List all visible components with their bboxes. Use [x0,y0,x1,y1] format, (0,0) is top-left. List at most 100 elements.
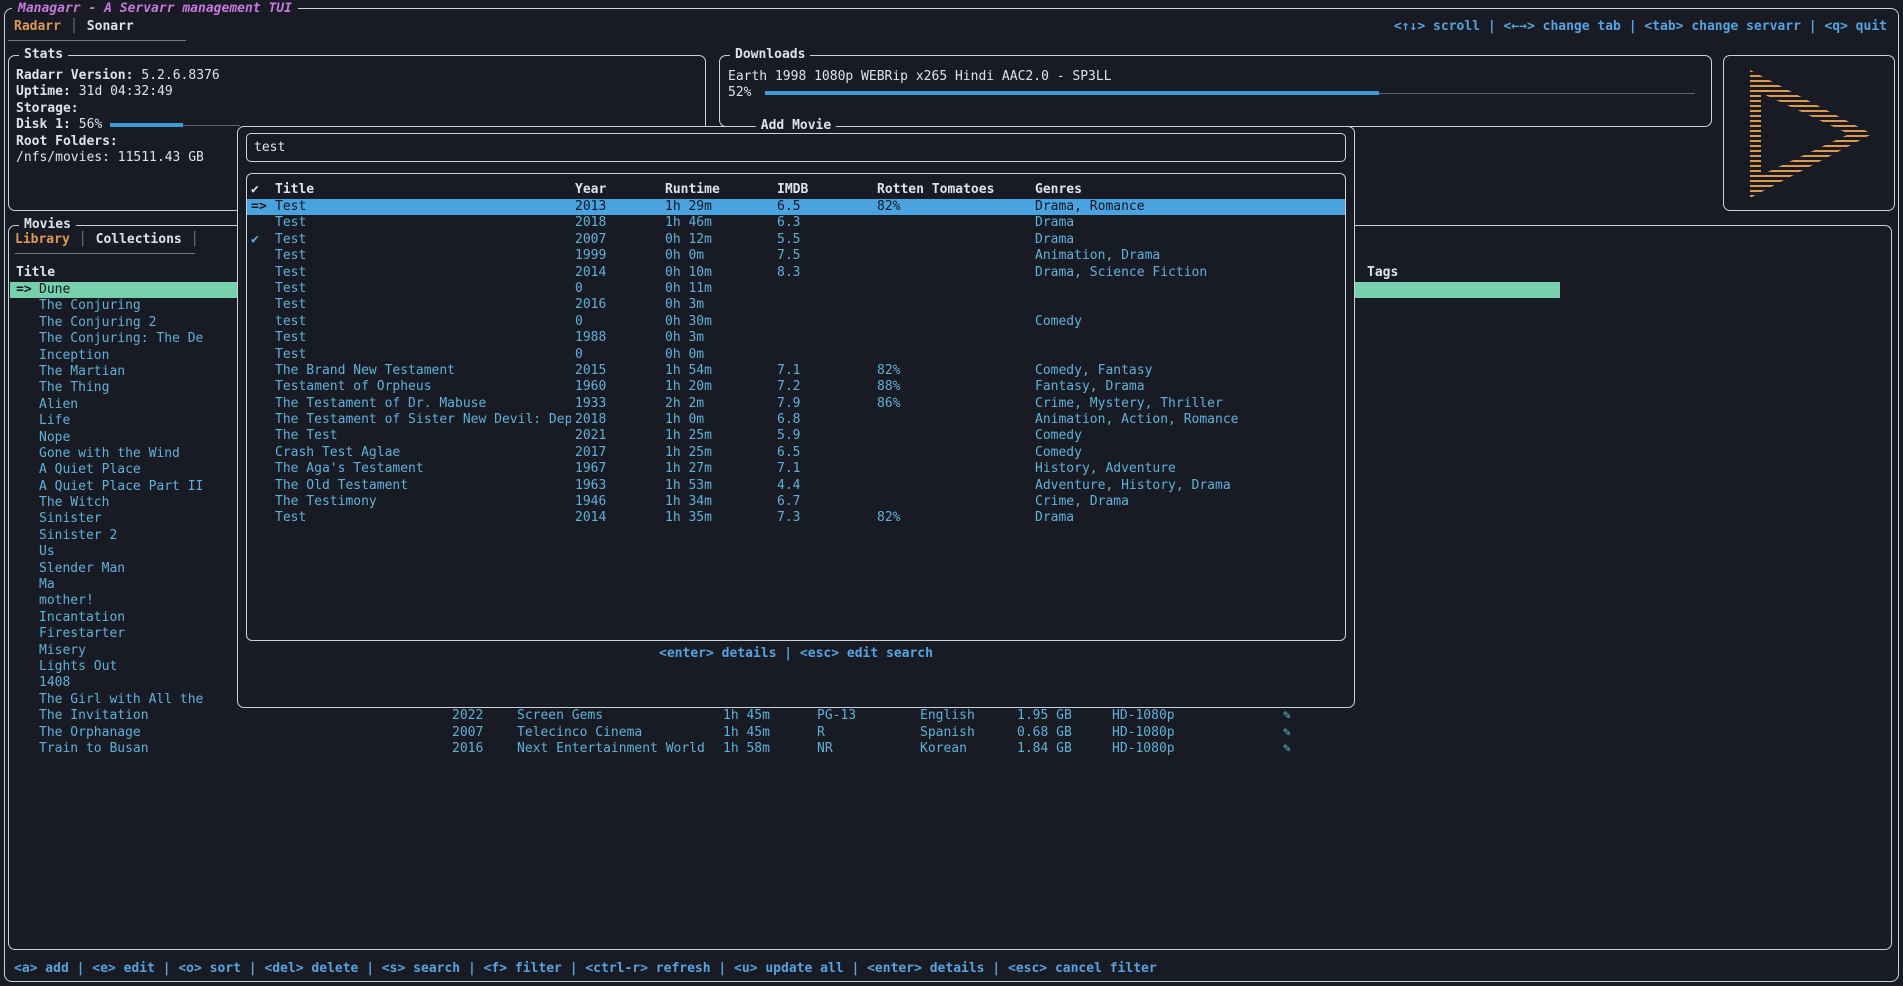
results-row[interactable]: The Test 2021 1h 25m 5.9 Comedy [247,428,1345,444]
cell-runtime: 0h 3m [661,297,773,313]
cell-genres: History, Adventure [1031,461,1345,477]
cell-runtime: 1h 35m [661,510,773,526]
downloads-panel: Downloads Earth 1998 1080p WEBRip x265 H… [719,55,1712,127]
results-row[interactable]: Test 1999 0h 0m 7.5 Animation, Drama [247,248,1345,264]
cell-tags [1361,741,1560,757]
cell-runtime: 1h 58m [717,741,811,757]
check-marker [247,379,271,395]
check-marker [247,445,271,461]
cell-title: Test [271,297,571,313]
cell-tags [1361,577,1560,593]
cell-rotten-tomatoes [873,428,1031,444]
cell-genres: Adventure, History, Drama [1031,478,1345,494]
cell-imdb: 6.5 [773,445,873,461]
results-row[interactable]: The Aga's Testament 1967 1h 27m 7.1 Hist… [247,461,1345,477]
cell-title: Test [271,199,571,215]
stats-version-row: Radarr Version:5.2.6.8376 [16,68,698,84]
results-row[interactable]: The Old Testament 1963 1h 53m 4.4 Advent… [247,478,1345,494]
check-marker [247,428,271,444]
cell-genres: Animation, Action, Romance [1031,412,1345,428]
cell-title: Test [271,347,571,363]
results-row[interactable]: => Test 2013 1h 29m 6.5 82% Drama, Roman… [247,199,1345,215]
cell-genres: Drama, Science Fiction [1031,265,1345,281]
results-row[interactable]: The Testament of Sister New Devil: Depar… [247,412,1345,428]
cell-tags [1361,561,1560,577]
cell-tags [1361,528,1560,544]
cell-tags [1361,725,1560,741]
cell-imdb [773,347,873,363]
cell-year: 2017 [571,445,661,461]
results-row[interactable]: Test 0 0h 0m [247,347,1345,363]
cell-tags [1361,479,1560,495]
cell-imdb: 7.1 [773,461,873,477]
table-row[interactable]: Train to Busan 2016 Next Entertainment W… [10,741,1560,757]
cell-title: The Testament of Sister New Devil: Depar [271,412,571,428]
check-marker [247,510,271,526]
movie-search-input[interactable]: test [246,133,1346,162]
cell-runtime: 0h 3m [661,330,773,346]
results-row[interactable]: Test 2014 0h 10m 8.3 Drama, Science Fict… [247,265,1345,281]
stats-storage-row: Storage: [16,101,698,117]
cell-language: Korean [914,741,1011,757]
cell-title: The Invitation [10,708,446,724]
cell-rotten-tomatoes [873,494,1031,510]
cell-runtime: 2h 2m [661,396,773,412]
check-marker [247,412,271,428]
cell-imdb: 8.3 [773,265,873,281]
edit-pencil-icon [1277,708,1361,724]
stats-panel-title: Stats [19,47,68,63]
disk-percent: 56% [79,117,102,132]
cell-tags [1361,708,1560,724]
cell-runtime: 1h 25m [661,445,773,461]
results-row[interactable]: Test 1988 0h 3m [247,330,1345,346]
disk-label: Disk 1: [16,117,71,132]
tab-collections[interactable]: Collections [96,232,182,247]
cell-genres: Drama [1031,232,1345,248]
table-row[interactable]: The Orphanage 2007 Telecinco Cinema 1h 4… [10,725,1560,741]
download-item[interactable]: Earth 1998 1080p WEBRip x265 Hindi AAC2.… [728,69,1703,102]
selection-marker: => [16,282,33,298]
tab-divider: │ [182,232,208,247]
tab-library[interactable]: Library [15,232,70,247]
results-row[interactable]: Test 2018 1h 46m 6.3 Drama [247,215,1345,231]
cell-tags [1361,511,1560,527]
cell-runtime: 1h 27m [661,461,773,477]
results-row[interactable]: The Testament of Dr. Mabuse 1933 2h 2m 7… [247,396,1345,412]
cell-rotten-tomatoes [873,248,1031,264]
cell-year: 1946 [571,494,661,510]
cell-title: Testament of Orpheus [271,379,571,395]
cell-rotten-tomatoes [873,461,1031,477]
cell-tags [1361,610,1560,626]
results-row[interactable]: The Testimony 1946 1h 34m 6.7 Crime, Dra… [247,494,1345,510]
tab-radarr[interactable]: Radarr [14,19,61,34]
results-row[interactable]: The Brand New Testament 2015 1h 54m 7.1 … [247,363,1345,379]
table-row[interactable]: The Invitation 2022 Screen Gems 1h 45m P… [10,708,1560,724]
col-header-title: Title [271,182,571,199]
results-row[interactable]: Test 2016 0h 3m [247,297,1345,313]
results-row[interactable]: Testament of Orpheus 1960 1h 20m 7.2 88%… [247,379,1345,395]
cell-rotten-tomatoes [873,478,1031,494]
results-row[interactable]: test 0 0h 30m Comedy [247,314,1345,330]
cell-imdb: 5.9 [773,428,873,444]
cell-title: Crash Test Aglae [271,445,571,461]
results-row[interactable]: Crash Test Aglae 2017 1h 25m 6.5 Comedy [247,445,1345,461]
cell-rotten-tomatoes [873,281,1031,297]
popup-keybind-hints: <enter> details | <esc> edit search [238,646,1354,662]
cell-title: Test [271,232,571,248]
cell-tags [1361,380,1560,396]
tab-sonarr[interactable]: Sonarr [87,19,134,34]
edit-pencil-icon [1277,741,1361,757]
cell-runtime: 0h 12m [661,232,773,248]
results-row[interactable]: ✔ Test 2007 0h 12m 5.5 Drama [247,232,1345,248]
check-marker [247,265,271,281]
servarr-tabbar: Radarr│Sonarr [14,19,134,35]
results-row[interactable]: Test 0 0h 11m [247,281,1345,297]
download-percent: 52% [728,85,751,100]
results-row[interactable]: Test 2014 1h 35m 7.3 82% Drama [247,510,1345,526]
download-progress-row: 52% [728,85,1703,101]
cell-genres: Comedy [1031,314,1345,330]
cell-title: test [271,314,571,330]
root-folders-label: Root Folders: [16,134,118,149]
cell-language: English [914,708,1011,724]
cell-tags [1361,659,1560,675]
